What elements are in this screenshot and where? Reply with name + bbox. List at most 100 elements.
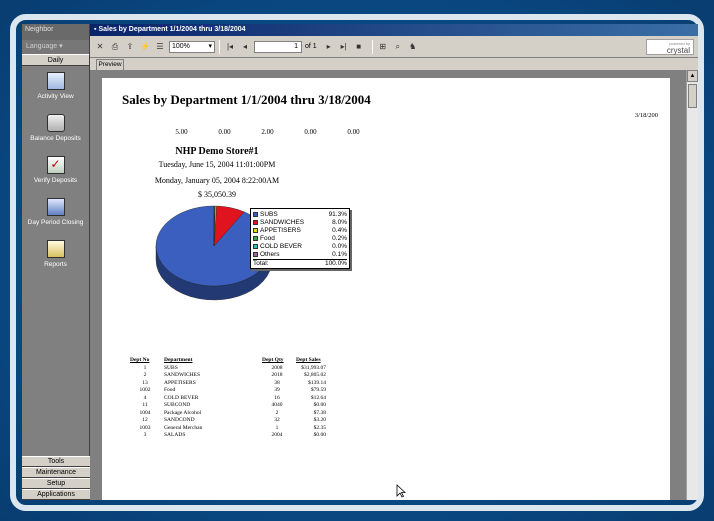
legend-swatch (253, 219, 258, 225)
table-cell: 4 (143, 394, 147, 401)
nav-item-day-period-closing[interactable]: Day Period Closing (22, 198, 89, 234)
scroll-thumb[interactable] (688, 84, 697, 108)
previous-page-icon[interactable]: ◂ (239, 41, 251, 53)
table-cell: 38 (274, 379, 280, 386)
day-period-closing-icon (46, 198, 65, 216)
table-cell: SANDCOND (164, 417, 195, 424)
table-cell: General Merchan (164, 424, 203, 431)
nav-section-tools[interactable]: Tools (22, 456, 90, 467)
legend-entry: APPETISERS 0.4% (253, 226, 347, 234)
scroll-up-icon[interactable]: ▲ (687, 70, 698, 82)
verify-deposits-icon (46, 156, 65, 174)
table-header: Dept No (130, 357, 150, 363)
table-cell: 1002 (139, 387, 151, 394)
table-cell: APPETISERS (164, 379, 196, 386)
legend-label: COLD BEVER (260, 242, 302, 250)
legend-swatch (253, 243, 258, 249)
report-date-line-1: Tuesday, June 15, 2004 11:01:00PM (158, 160, 276, 169)
summary-number: 0.00 (304, 128, 317, 136)
table-cell: 2004 (271, 432, 283, 439)
table-row: 1 SUBS 2008 $31,993.07 (128, 364, 328, 372)
nav-section-setup[interactable]: Setup (22, 478, 90, 489)
nav-item-label: Activity View (37, 93, 74, 100)
table-row: 11 SUBCOND 4040 $0.00 (128, 402, 328, 410)
table-cell: 1003 (139, 424, 151, 431)
store-name: NHP Demo Store#1 (175, 146, 259, 157)
legend-value: 0.2% (332, 234, 347, 242)
legend-entry: Food 0.2% (253, 234, 347, 242)
nav-item-reports[interactable]: Reports (22, 240, 89, 276)
vertical-scrollbar[interactable]: ▲ (686, 70, 698, 500)
legend-entry: Others 0.1% (253, 250, 347, 258)
table-cell: 1 (143, 364, 147, 371)
table-cell: 2 (275, 409, 279, 416)
last-page-icon[interactable]: ▸| (338, 41, 350, 53)
nav-bottom-sections: Tools Maintenance Setup Applications (22, 456, 90, 500)
zoom-icon[interactable]: ⌕ (392, 41, 404, 53)
table-cell: 32 (274, 417, 280, 424)
table-cell: $0.00 (313, 402, 326, 409)
export-icon[interactable]: ⇪ (124, 41, 136, 53)
legend-label: APPETISERS (260, 226, 301, 234)
table-cell: 12 (142, 417, 148, 424)
group-tree-toggle-icon[interactable]: ⊞ (377, 41, 389, 53)
nav-item-label: Verify Deposits (33, 177, 78, 184)
app-screen: Neighbor Language ▾ Daily Activity View B… (22, 24, 698, 500)
nav-item-balance-deposits[interactable]: Balance Deposits (22, 114, 89, 150)
nav-item-activity-view[interactable]: Activity View (22, 72, 89, 108)
nav-section-maintenance[interactable]: Maintenance (22, 467, 90, 478)
table-cell: $31,993.07 (301, 364, 326, 371)
legend-value: 8.0% (332, 218, 347, 226)
table-row: 12 SANDCOND 32 $3.20 (128, 417, 328, 425)
print-icon[interactable]: ⎙ (109, 41, 121, 53)
nav-item-verify-deposits[interactable]: Verify Deposits (22, 156, 89, 192)
group-tree-icon[interactable]: ☰ (154, 41, 166, 53)
table-cell: 13 (142, 379, 148, 386)
activity-view-icon (46, 72, 65, 90)
summary-number: 0.00 (347, 128, 360, 136)
table-cell: SUBCOND (164, 402, 191, 409)
table-cell: $79.59 (310, 387, 326, 394)
legend-label: SANDWICHES (260, 218, 305, 226)
page-count-label: of 1 (305, 43, 317, 50)
report-toolbar: ✕ ⎙ ⇪ ⚡ ☰ 100% ▾ |◂ ◂ 1 of 1 ▸ ▸| ■ ⊞ ⌕ … (90, 36, 698, 58)
legend-entry: SUBS 91.3% (253, 210, 347, 218)
window-title: Sales by Department 1/1/2004 thru 3/18/2… (98, 26, 246, 33)
refresh-icon[interactable]: ⚡ (139, 41, 151, 53)
nav-section-daily[interactable]: Daily (22, 54, 89, 66)
language-selector[interactable]: Language ▾ (22, 40, 89, 54)
close-icon[interactable]: ✕ (94, 41, 106, 53)
table-cell: Food (164, 387, 176, 394)
legend-total-label: Total: (253, 260, 269, 267)
legend-value: 0.1% (332, 250, 347, 258)
table-row: 2 SANDWICHES 2018 $2,805.02 (128, 372, 328, 380)
nav-section-applications[interactable]: Applications (22, 489, 90, 500)
legend-value: 0.0% (332, 242, 347, 250)
zoom-select[interactable]: 100% ▾ (169, 40, 215, 53)
legend-swatch (253, 251, 258, 257)
report-date-line-2: Monday, January 05, 2004 8:22:00AM (154, 176, 280, 185)
report-viewport[interactable]: Sales by Department 1/1/2004 thru 3/18/2… (90, 70, 686, 500)
report-window-titlebar: ▪ Sales by Department 1/1/2004 thru 3/18… (90, 24, 698, 36)
table-row: 3 SALADS 2004 $0.00 (128, 432, 328, 440)
legend-swatch (253, 211, 258, 217)
table-cell: 1004 (139, 409, 151, 416)
report-print-date: 3/18/200 (634, 112, 658, 119)
table-cell: 16 (274, 394, 280, 401)
search-icon[interactable]: ♞ (407, 41, 419, 53)
table-cell: 39 (274, 387, 280, 394)
table-header: Dept Sales (296, 357, 321, 363)
tab-preview[interactable]: Preview (96, 59, 124, 70)
table-cell: $12.64 (310, 394, 326, 401)
legend-label: Others (260, 250, 280, 258)
stop-icon[interactable]: ■ (353, 41, 365, 53)
nav-item-label: Reports (44, 261, 67, 268)
nav-top-label: Neighbor (22, 24, 89, 40)
report-summary-numbers: 5.00 0.00 2.00 0.00 0.00 (160, 128, 375, 136)
next-page-icon[interactable]: ▸ (323, 41, 335, 53)
page-number-input[interactable]: 1 (254, 40, 302, 53)
first-page-icon[interactable]: |◂ (224, 41, 236, 53)
table-header: Dept Qty (262, 357, 284, 363)
table-cell: 4040 (271, 402, 283, 409)
table-cell: 2 (143, 372, 147, 379)
